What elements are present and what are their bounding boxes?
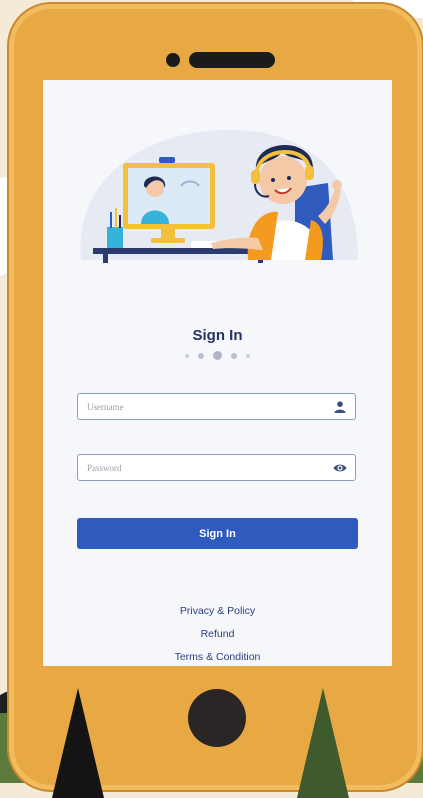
carousel-dot[interactable]	[231, 352, 237, 359]
page-title: Sign In	[192, 327, 243, 344]
tree-right-decoration	[297, 688, 349, 798]
carousel-dot-active[interactable]	[213, 351, 222, 360]
home-button[interactable]	[188, 689, 246, 747]
sign-in-button[interactable]: Sign In	[77, 518, 358, 549]
username-field	[77, 393, 356, 420]
password-input[interactable]	[78, 455, 327, 480]
carousel-indicator	[43, 351, 392, 360]
privacy-policy-link[interactable]: Privacy & Policy	[43, 600, 392, 623]
terms-condition-link[interactable]: Terms & Condition	[43, 646, 392, 666]
refund-link[interactable]: Refund	[43, 623, 392, 646]
password-field	[77, 454, 356, 481]
username-input[interactable]	[78, 394, 327, 419]
speaker-bar	[189, 52, 275, 68]
carousel-dot[interactable]	[198, 352, 204, 359]
camera-dot	[166, 53, 180, 67]
footer-links: Privacy & Policy Refund Terms & Conditio…	[43, 600, 392, 666]
carousel-dot[interactable]	[185, 353, 189, 358]
tree-left-decoration	[52, 688, 104, 798]
user-icon	[334, 401, 346, 413]
online-learning-illustration	[80, 129, 358, 263]
phone-screen: Sign In Sign In Privacy & Policy Refund …	[43, 80, 392, 666]
carousel-dot[interactable]	[246, 353, 250, 358]
eye-icon[interactable]	[333, 461, 347, 475]
